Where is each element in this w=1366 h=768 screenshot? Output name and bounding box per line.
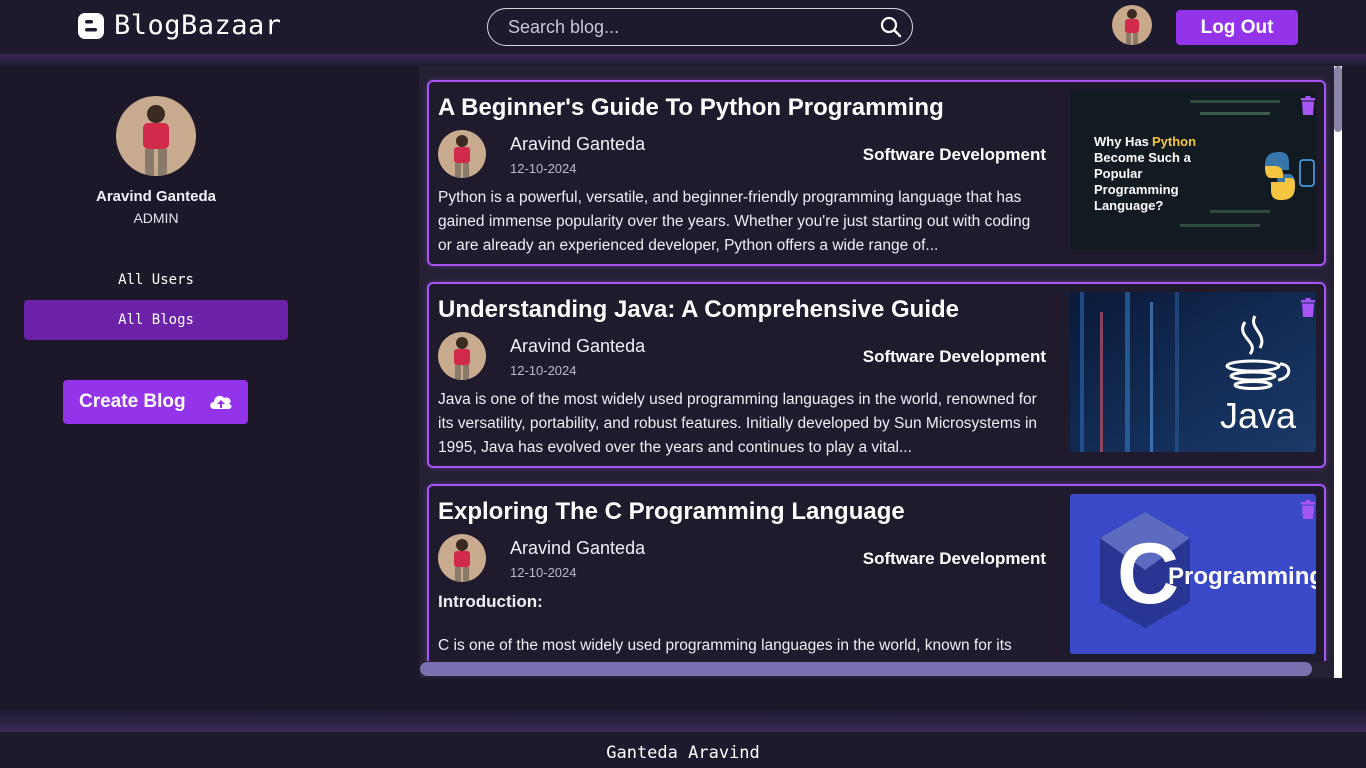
python-thumbnail-image: Why Has Python Become Such a Popular Pro… bbox=[1070, 90, 1316, 250]
thumb-line-4: Programming bbox=[1094, 182, 1179, 197]
vertical-scrollbar-thumb[interactable] bbox=[1334, 66, 1342, 132]
blog-excerpt-heading: Introduction: bbox=[438, 592, 543, 611]
c-programming-thumbnail-image: C Programming bbox=[1070, 494, 1316, 654]
create-blog-label: Create Blog bbox=[79, 391, 186, 412]
blog-excerpt: Introduction: C is one of the most widel… bbox=[438, 590, 1048, 658]
blog-card[interactable]: Exploring The C Programming Language Ara… bbox=[427, 484, 1326, 678]
blog-excerpt: Python is a powerful, versatile, and beg… bbox=[438, 189, 1031, 254]
delete-trash-icon[interactable] bbox=[1300, 500, 1316, 519]
footer-text: Ganteda Aravind bbox=[606, 743, 760, 763]
sidebar-item-all-blogs[interactable]: All Blogs bbox=[24, 300, 288, 340]
blogger-logo-icon bbox=[78, 12, 104, 39]
blog-category: Software Development bbox=[862, 145, 1046, 164]
footer: Ganteda Aravind bbox=[0, 732, 1366, 768]
blog-category: Software Development bbox=[862, 347, 1046, 366]
blog-title[interactable]: A Beginner's Guide To Python Programming bbox=[438, 94, 944, 122]
logout-button[interactable]: Log Out bbox=[1176, 10, 1298, 45]
java-thumbnail-image: Java bbox=[1070, 292, 1316, 452]
thumb-java-label: Java bbox=[1220, 395, 1297, 436]
search-icon[interactable] bbox=[880, 16, 902, 38]
thumb-line-1: Why Has bbox=[1094, 134, 1149, 149]
blog-thumbnail[interactable]: Why Has Python Become Such a Popular Pro… bbox=[1070, 90, 1316, 250]
horizontal-scrollbar-thumb[interactable] bbox=[420, 662, 1312, 676]
vertical-scrollbar-track[interactable] bbox=[1334, 66, 1342, 678]
profile-name: Aravind Ganteda bbox=[95, 188, 217, 205]
profile-image bbox=[116, 96, 196, 176]
thumb-line-2: Become Such a bbox=[1094, 150, 1192, 165]
blog-card[interactable]: A Beginner's Guide To Python Programming… bbox=[427, 80, 1326, 266]
delete-trash-icon[interactable] bbox=[1300, 298, 1316, 317]
blog-title[interactable]: Exploring The C Programming Language bbox=[438, 498, 905, 526]
blog-thumbnail[interactable]: Java bbox=[1070, 292, 1316, 452]
author-avatar bbox=[438, 130, 486, 178]
top-navbar: BlogBazaar Log Out bbox=[0, 0, 1366, 54]
blog-title[interactable]: Understanding Java: A Comprehensive Guid… bbox=[438, 296, 959, 324]
author-avatar-image bbox=[438, 332, 486, 380]
blog-author: Aravind Ganteda bbox=[510, 538, 646, 558]
profile-avatar bbox=[116, 96, 196, 176]
blog-date: 12-10-2024 bbox=[510, 363, 577, 378]
blog-author: Aravind Ganteda bbox=[510, 134, 646, 154]
avatar-image bbox=[1112, 5, 1152, 45]
sidebar: Aravind Ganteda ADMIN All Users All Blog… bbox=[0, 68, 310, 708]
brand-name: BlogBazaar bbox=[114, 10, 282, 41]
blog-excerpt: Java is one of the most widely used prog… bbox=[438, 391, 1038, 456]
profile-role: ADMIN bbox=[133, 210, 179, 226]
search-input[interactable] bbox=[508, 16, 880, 38]
author-avatar-image bbox=[438, 130, 486, 178]
brand[interactable]: BlogBazaar bbox=[78, 10, 282, 41]
blog-author: Aravind Ganteda bbox=[510, 336, 646, 356]
thumb-highlight: Python bbox=[1152, 134, 1196, 149]
blog-list-panel[interactable]: A Beginner's Guide To Python Programming… bbox=[419, 66, 1342, 678]
thumb-line-5: Language? bbox=[1094, 198, 1163, 213]
blog-excerpt-text: C is one of the most widely used program… bbox=[438, 637, 1012, 654]
blog-thumbnail[interactable]: C Programming bbox=[1070, 494, 1316, 654]
delete-trash-icon[interactable] bbox=[1300, 96, 1316, 115]
blog-date: 12-10-2024 bbox=[510, 161, 577, 176]
blog-date: 12-10-2024 bbox=[510, 565, 577, 580]
search-bar[interactable] bbox=[487, 8, 913, 46]
author-avatar bbox=[438, 534, 486, 582]
footer-glow bbox=[0, 708, 1366, 732]
author-avatar-image bbox=[438, 534, 486, 582]
sidebar-item-all-users[interactable]: All Users bbox=[24, 260, 288, 300]
header-avatar[interactable] bbox=[1112, 5, 1152, 45]
cloud-upload-icon bbox=[210, 395, 232, 409]
create-blog-button[interactable]: Create Blog bbox=[63, 380, 248, 424]
author-avatar bbox=[438, 332, 486, 380]
blog-category: Software Development bbox=[862, 549, 1046, 568]
thumb-line-3: Popular bbox=[1094, 166, 1142, 181]
blog-card[interactable]: Understanding Java: A Comprehensive Guid… bbox=[427, 282, 1326, 468]
thumb-programming-label: Programming bbox=[1168, 563, 1316, 590]
